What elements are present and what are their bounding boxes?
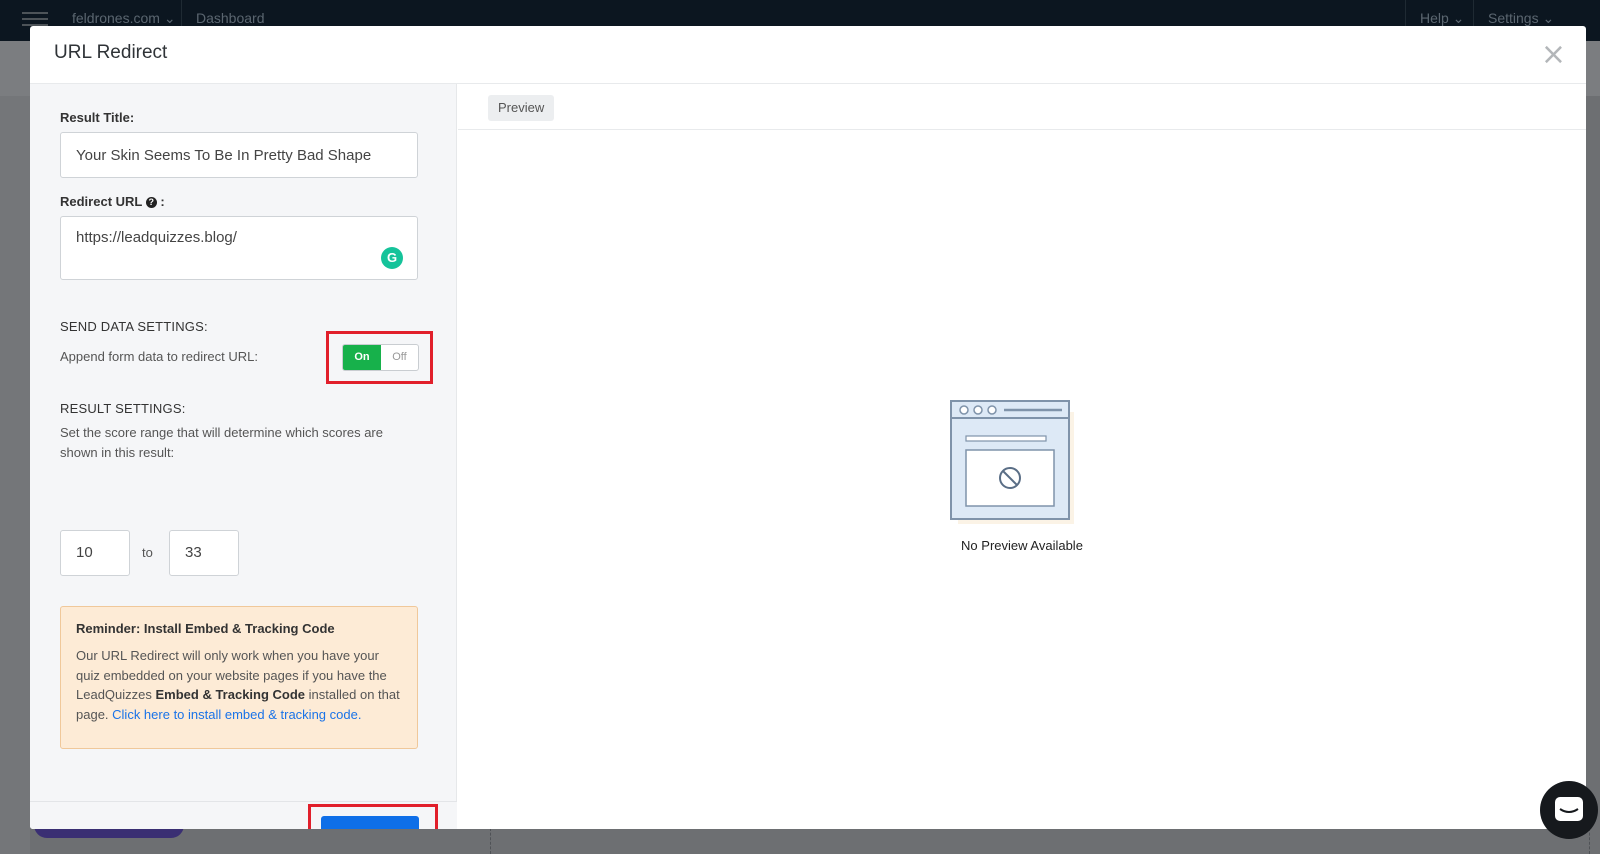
background-panel <box>0 96 30 854</box>
install-code-link[interactable]: Click here to install embed & tracking c… <box>112 707 361 722</box>
reminder-box: Reminder: Install Embed & Tracking Code … <box>60 606 418 749</box>
background-dashed-box <box>490 828 1590 854</box>
preview-toolbar: Preview <box>458 84 1586 130</box>
modal-title: URL Redirect <box>54 42 168 63</box>
highlight-box-save <box>308 804 438 829</box>
no-preview-icon <box>950 400 1074 524</box>
chat-bubble-icon <box>1555 797 1583 821</box>
close-icon[interactable]: × <box>1541 40 1566 70</box>
help-icon[interactable]: ? <box>145 197 157 208</box>
modal-header: URL Redirect × <box>30 26 1586 84</box>
reminder-body: Our URL Redirect will only work when you… <box>76 646 402 724</box>
tab-preview[interactable]: Preview <box>488 95 555 121</box>
score-min-input[interactable]: 10 <box>60 530 130 576</box>
reminder-text-bold: Embed & Tracking Code <box>155 687 306 702</box>
settings-pane: Result Title: Redirect URL ? : https://l… <box>30 84 457 829</box>
reminder-title: Reminder: Install Embed & Tracking Code <box>76 621 335 636</box>
result-title-label: Result Title: <box>60 110 135 125</box>
hamburger-menu-icon[interactable] <box>22 8 48 28</box>
redirect-url-label: Redirect URL ? : <box>60 194 165 209</box>
score-max-input[interactable]: 33 <box>169 530 239 576</box>
result-settings-heading: RESULT SETTINGS: <box>60 401 186 416</box>
grammarly-icon[interactable]: G <box>381 247 403 269</box>
redirect-url-label-text: Redirect URL <box>60 194 143 209</box>
append-form-data-label: Append form data to redirect URL: <box>60 349 258 364</box>
url-redirect-modal: URL Redirect × Result Title: Redirect UR… <box>30 26 1586 829</box>
chat-widget-icon[interactable] <box>1540 781 1598 839</box>
no-preview-text: No Preview Available <box>961 538 1083 553</box>
preview-pane: Preview No Preview Available <box>458 84 1586 829</box>
highlight-box-toggle <box>326 331 433 384</box>
score-range-separator: to <box>142 545 153 560</box>
score-range-description: Set the score range that will determine … <box>60 425 383 460</box>
redirect-url-label-suffix: : <box>156 194 165 209</box>
send-data-heading: SEND DATA SETTINGS: <box>60 319 208 334</box>
redirect-url-textarea[interactable]: https://leadquizzes.blog/ G <box>60 216 418 280</box>
redirect-url-value: https://leadquizzes.blog/ <box>76 229 237 246</box>
result-title-input[interactable] <box>60 132 418 178</box>
